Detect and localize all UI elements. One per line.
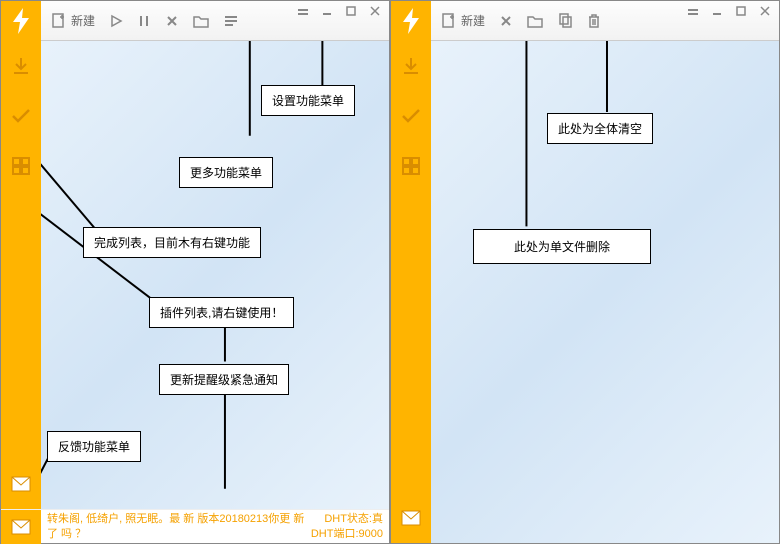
bolt-icon — [400, 8, 422, 34]
window-controls — [295, 5, 383, 20]
play-button[interactable] — [107, 7, 125, 35]
new-button[interactable]: 新建 — [49, 7, 97, 35]
folder-icon — [527, 14, 543, 28]
maximize-button[interactable] — [733, 5, 749, 20]
play-icon — [109, 14, 123, 28]
status-bar: 转朱阁, 低绮户, 照无眠。最 新 版本20180213你更 新 了 吗 ？ D… — [1, 509, 389, 543]
sidebar — [1, 41, 41, 509]
minimize-button[interactable] — [319, 5, 335, 20]
content-area: 此处为全体清空 此处为单文件删除 — [431, 41, 779, 543]
topbar: 新建 — [391, 1, 779, 41]
close-icon — [165, 14, 179, 28]
status-message: 转朱阁, 低绮户, 照无眠。最 新 版本20180213你更 新 了 吗 ？ — [41, 512, 311, 541]
callout-delete-one: 此处为单文件删除 — [473, 229, 651, 264]
window-left: 新建 — [0, 0, 390, 544]
callout-completed: 完成列表，目前木有右键功能 — [83, 227, 261, 258]
window-right: 新建 — [390, 0, 780, 544]
download-icon — [400, 55, 422, 77]
mail-icon — [11, 519, 31, 535]
new-doc-icon — [51, 13, 67, 29]
grid-icon — [401, 156, 421, 176]
list-icon — [223, 14, 239, 28]
sidebar-feedback[interactable] — [1, 459, 41, 509]
check-icon — [400, 105, 422, 127]
new-button[interactable]: 新建 — [439, 7, 487, 35]
maximize-button[interactable] — [343, 5, 359, 20]
sidebar-download[interactable] — [1, 41, 41, 91]
sidebar — [391, 41, 431, 543]
bolt-icon — [10, 8, 32, 34]
body: 设置功能菜单 更多功能菜单 完成列表，目前木有右键功能 插件列表,请右键使用！ … — [1, 41, 389, 509]
new-label: 新建 — [461, 12, 485, 29]
download-icon — [10, 55, 32, 77]
more-button[interactable] — [221, 7, 241, 35]
close-window-button[interactable] — [757, 5, 773, 20]
clear-all-button[interactable] — [585, 7, 603, 35]
mail-icon — [11, 476, 31, 492]
sidebar-download[interactable] — [391, 41, 431, 91]
close-window-button[interactable] — [367, 5, 383, 20]
pause-button[interactable] — [135, 7, 153, 35]
sidebar-feedback[interactable] — [391, 493, 431, 543]
trash-icon — [587, 13, 601, 29]
settings-button[interactable] — [295, 6, 311, 20]
callout-update: 更新提醒级紧急通知 — [159, 364, 289, 395]
sidebar-completed[interactable] — [391, 91, 431, 141]
status-dht: DHT状态:真 DHT端口:9000 — [311, 512, 389, 541]
grid-icon — [11, 156, 31, 176]
settings-button[interactable] — [685, 6, 701, 20]
status-mail-button[interactable] — [1, 510, 41, 544]
callout-settings: 设置功能菜单 — [261, 85, 355, 116]
topbar: 新建 — [1, 1, 389, 41]
folder-icon — [193, 14, 209, 28]
pause-icon — [137, 14, 151, 28]
folder-button[interactable] — [191, 7, 211, 35]
mail-icon — [401, 510, 421, 526]
app-logo — [391, 1, 431, 41]
delete-button[interactable] — [497, 7, 515, 35]
folder-button[interactable] — [525, 7, 545, 35]
sidebar-completed[interactable] — [1, 91, 41, 141]
callout-clear-all: 此处为全体清空 — [547, 113, 653, 144]
cancel-button[interactable] — [163, 7, 181, 35]
window-controls — [685, 5, 773, 20]
check-icon — [10, 105, 32, 127]
copy-button[interactable] — [555, 7, 575, 35]
sidebar-plugins[interactable] — [391, 141, 431, 191]
close-icon — [499, 14, 513, 28]
body: 此处为全体清空 此处为单文件删除 — [391, 41, 779, 543]
copy-icon — [557, 13, 573, 29]
new-doc-icon — [441, 13, 457, 29]
content-area: 设置功能菜单 更多功能菜单 完成列表，目前木有右键功能 插件列表,请右键使用！ … — [41, 41, 389, 509]
callout-more: 更多功能菜单 — [179, 157, 273, 188]
minimize-button[interactable] — [709, 5, 725, 20]
callout-plugins: 插件列表,请右键使用！ — [149, 297, 294, 328]
new-label: 新建 — [71, 12, 95, 29]
sidebar-plugins[interactable] — [1, 141, 41, 191]
app-logo — [1, 1, 41, 41]
callout-feedback: 反馈功能菜单 — [47, 431, 141, 462]
